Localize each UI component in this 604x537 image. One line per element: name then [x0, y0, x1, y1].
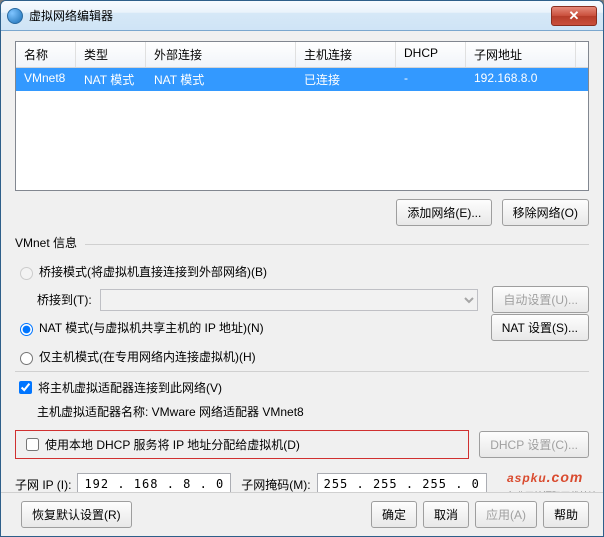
- col-dhcp[interactable]: DHCP: [396, 42, 466, 67]
- hostonly-radio-input[interactable]: [20, 352, 33, 365]
- dhcp-settings-button: DHCP 设置(C)...: [479, 431, 589, 458]
- apply-button: 应用(A): [475, 501, 537, 528]
- hostonly-radio-label: 仅主机模式(在专用网络内连接虚拟机)(H): [39, 348, 256, 365]
- window-title: 虚拟网络编辑器: [29, 7, 551, 24]
- bridge-to-row: 桥接到(T): 自动设置(U)...: [37, 286, 589, 313]
- connect-host-checkbox[interactable]: [19, 381, 32, 394]
- bridge-radio-input[interactable]: [20, 267, 33, 280]
- restore-defaults-button[interactable]: 恢复默认设置(R): [21, 501, 132, 528]
- dialog-window: 虚拟网络编辑器 ✕ 名称 类型 外部连接 主机连接 DHCP 子网地址 VMne…: [0, 0, 604, 537]
- group-header: VMnet 信息: [15, 232, 589, 257]
- cancel-button[interactable]: 取消: [423, 501, 469, 528]
- col-name[interactable]: 名称: [16, 42, 76, 67]
- table-header: 名称 类型 外部连接 主机连接 DHCP 子网地址: [16, 42, 588, 68]
- cell-host: 已连接: [296, 68, 396, 91]
- dialog-footer: 恢复默认设置(R) 确定 取消 应用(A) 帮助: [1, 492, 603, 536]
- nat-radio-input[interactable]: [20, 323, 33, 336]
- table-row[interactable]: VMnet8 NAT 模式 NAT 模式 已连接 - 192.168.8.0: [16, 68, 588, 91]
- cell-ext: NAT 模式: [146, 68, 296, 91]
- remove-network-button[interactable]: 移除网络(O): [502, 199, 589, 226]
- table-button-row: 添加网络(E)... 移除网络(O): [15, 199, 589, 226]
- bridge-mode-radio[interactable]: 桥接模式(将虚拟机直接连接到外部网络)(B): [15, 263, 589, 280]
- nat-row: NAT 模式(与虚拟机共享主机的 IP 地址)(N) NAT 设置(S)...: [15, 313, 589, 342]
- cell-name: VMnet8: [16, 68, 76, 91]
- app-icon: [7, 8, 23, 24]
- dhcp-highlight-box: 使用本地 DHCP 服务将 IP 地址分配给虚拟机(D): [15, 430, 469, 459]
- col-subnet[interactable]: 子网地址: [466, 42, 576, 67]
- group-title: VMnet 信息: [15, 234, 77, 251]
- auto-settings-button: 自动设置(U)...: [492, 286, 589, 313]
- subnet-ip-label: 子网 IP (I):: [15, 476, 71, 493]
- col-host[interactable]: 主机连接: [296, 42, 396, 67]
- host-adapter-name: 主机虚拟适配器名称: VMware 网络适配器 VMnet8: [37, 403, 589, 420]
- nat-radio-label: NAT 模式(与虚拟机共享主机的 IP 地址)(N): [39, 319, 264, 336]
- dhcp-row: 使用本地 DHCP 服务将 IP 地址分配给虚拟机(D) DHCP 设置(C).…: [15, 424, 589, 465]
- separator: [15, 371, 589, 372]
- bridge-to-label: 桥接到(T):: [37, 291, 92, 308]
- cell-dhcp: -: [396, 68, 466, 91]
- add-network-button[interactable]: 添加网络(E)...: [396, 199, 492, 226]
- help-button[interactable]: 帮助: [543, 501, 589, 528]
- close-button[interactable]: ✕: [551, 6, 597, 26]
- network-table[interactable]: 名称 类型 外部连接 主机连接 DHCP 子网地址 VMnet8 NAT 模式 …: [15, 41, 589, 191]
- nat-settings-button[interactable]: NAT 设置(S)...: [491, 314, 589, 341]
- nat-mode-radio[interactable]: NAT 模式(与虚拟机共享主机的 IP 地址)(N): [15, 319, 485, 336]
- cell-subnet: 192.168.8.0: [466, 68, 576, 91]
- ok-button[interactable]: 确定: [371, 501, 417, 528]
- connect-host-check[interactable]: 将主机虚拟适配器连接到此网络(V): [15, 378, 589, 397]
- title-bar[interactable]: 虚拟网络编辑器 ✕: [1, 1, 603, 31]
- client-area: 名称 类型 外部连接 主机连接 DHCP 子网地址 VMnet8 NAT 模式 …: [1, 31, 603, 536]
- subnet-mask-label: 子网掩码(M):: [241, 476, 310, 493]
- use-dhcp-label: 使用本地 DHCP 服务将 IP 地址分配给虚拟机(D): [45, 436, 300, 453]
- cell-type: NAT 模式: [76, 68, 146, 91]
- hostonly-mode-radio[interactable]: 仅主机模式(在专用网络内连接虚拟机)(H): [15, 348, 589, 365]
- use-dhcp-checkbox[interactable]: [26, 438, 39, 451]
- col-type[interactable]: 类型: [76, 42, 146, 67]
- bridge-radio-label: 桥接模式(将虚拟机直接连接到外部网络)(B): [39, 263, 267, 280]
- col-ext[interactable]: 外部连接: [146, 42, 296, 67]
- bridge-to-select[interactable]: [100, 289, 479, 311]
- connect-host-label: 将主机虚拟适配器连接到此网络(V): [38, 379, 222, 396]
